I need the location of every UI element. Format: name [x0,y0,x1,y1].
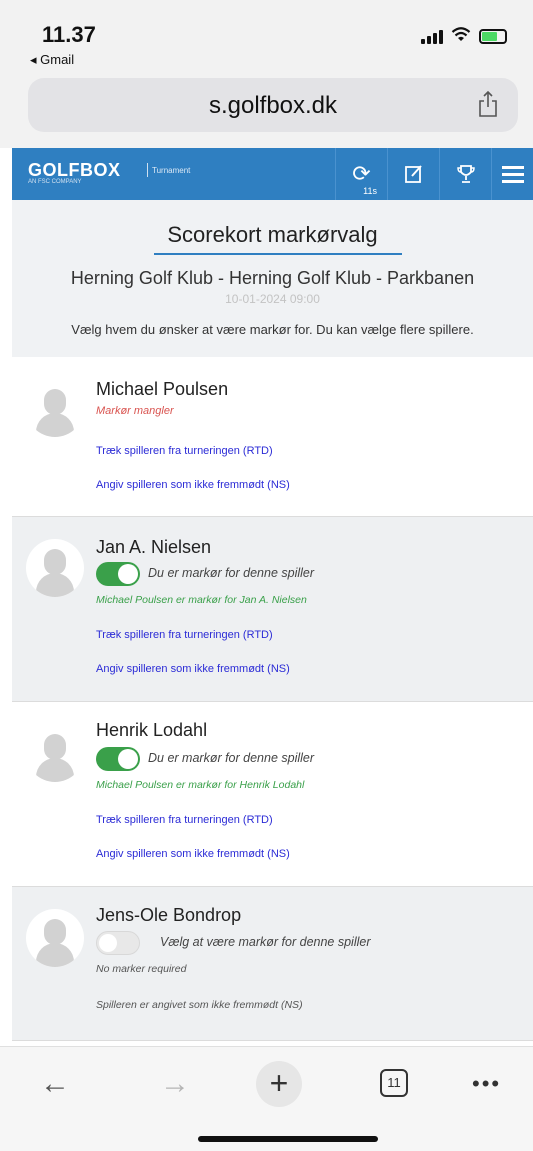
title-underline [154,253,402,255]
status-bar: 11.37 ◂ Gmail [0,0,533,70]
golfbox-header: GOLFBOX AN FSC COMPANY Turnament ⟳ 11s [12,148,533,200]
browser-chrome: s.golfbox.dk [0,70,533,148]
trophy-icon [456,165,475,183]
player-row: Jens-Ole Bondrop Vælg at være markør for… [12,887,533,1041]
marker-toggle[interactable] [96,931,140,955]
tournament-club: Herning Golf Klub - Herning Golf Klub - … [70,268,475,288]
avatar [26,379,84,437]
header-tag: Turnament [152,166,191,175]
status-time: 11.37 [42,22,96,47]
instruction-text: Vælg hvem du ønsker at være markør for. … [71,322,474,337]
player-row: Henrik Lodahl Du er markør for denne spi… [12,702,533,887]
sync-icon: ⟳ [352,161,371,186]
withdraw-player-link[interactable]: Træk spilleren fra turneringen (RTD) [96,814,273,826]
battery-icon [479,29,507,44]
avatar [26,539,84,597]
cellular-signal-icon [421,30,443,44]
player-name: Henrik Lodahl [96,720,208,740]
player-row: Michael Poulsen Markør mangler Træk spil… [12,357,533,517]
withdraw-player-link[interactable]: Træk spilleren fra turneringen (RTD) [96,629,273,641]
edit-scorecard-button[interactable] [387,148,439,200]
back-to-app-link[interactable]: ◂ Gmail [30,52,74,68]
player-row: Jan A. Nielsen Du er markør for denne sp… [12,517,533,702]
hamburger-menu-icon [501,166,524,183]
marker-info: Michael Poulsen er markør for Jan A. Nie… [96,594,307,606]
status-indicators [421,26,507,44]
wifi-icon [451,26,471,44]
url-text: s.golfbox.dk [208,92,338,119]
marker-toggle-label: Du er markør for denne spiller [148,751,315,765]
forward-arrow-icon[interactable]: → [160,1067,190,1101]
address-bar[interactable]: s.golfbox.dk [28,78,518,132]
avatar [26,909,84,967]
tab-count-button[interactable]: 11 [380,1069,408,1097]
share-icon[interactable] [478,90,498,118]
no-show-player-link[interactable]: Angiv spilleren som ikke fremmødt (NS) [96,479,290,491]
withdraw-player-link[interactable]: Træk spilleren fra turneringen (RTD) [96,445,273,457]
sync-button[interactable]: ⟳ 11s [335,148,387,200]
marker-info: Michael Poulsen er markør for Henrik Lod… [96,779,305,791]
menu-button[interactable] [491,148,533,200]
tournament-date: 10-01-2024 09:00 [225,292,320,306]
marker-missing-status: Markør mangler [96,405,174,417]
no-show-player-link[interactable]: Angiv spilleren som ikke fremmødt (NS) [96,848,290,860]
player-name: Jens-Ole Bondrop [96,905,242,925]
trophy-button[interactable] [439,148,491,200]
new-tab-button[interactable]: + [256,1061,302,1107]
page-title: Scorekort markørvalg [167,222,378,247]
marker-toggle[interactable] [96,747,140,771]
logo-subtitle: AN FSC COMPANY [28,179,82,185]
no-show-player-link[interactable]: Angiv spilleren som ikke fremmødt (NS) [96,663,290,675]
page-header: Scorekort markørvalg Herning Golf Klub -… [12,200,533,357]
header-divider [147,163,148,177]
marker-toggle-label: Du er markør for denne spiller [148,566,315,580]
back-arrow-icon[interactable]: ← [40,1067,70,1101]
no-show-status: Spilleren er angivet som ikke fremmødt (… [96,999,303,1011]
scorecard-marker-page: Scorekort markørvalg Herning Golf Klub -… [12,200,533,1046]
golfbox-logo[interactable]: GOLFBOX [28,160,121,181]
home-indicator [198,1136,378,1142]
player-name: Jan A. Nielsen [96,537,212,557]
marker-toggle-label: Vælg at være markør for denne spiller [160,935,371,949]
sync-count: 11s [363,186,377,196]
player-name: Michael Poulsen [96,379,229,399]
no-marker-note: No marker required [96,963,187,975]
avatar [26,724,84,782]
more-options-icon[interactable]: ••• [472,1071,501,1097]
edit-icon [404,165,422,183]
marker-toggle[interactable] [96,562,140,586]
